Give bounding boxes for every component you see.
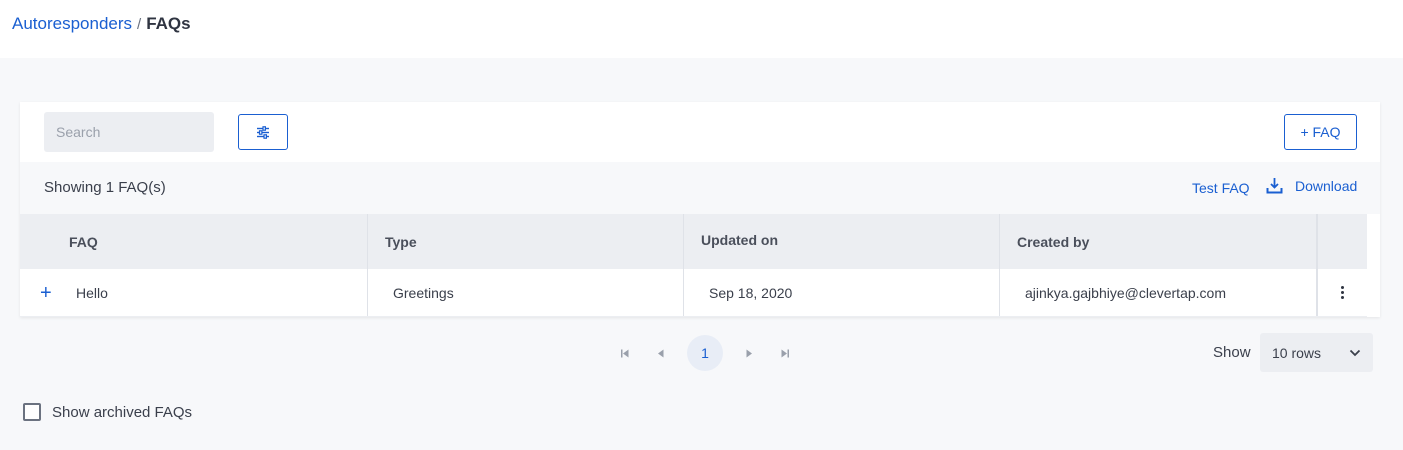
cell-type: Greetings xyxy=(368,269,684,316)
table-row[interactable]: + Hello Greetings Sep 18, 2020 ajinkya.g… xyxy=(20,269,1367,317)
pagination: 1 xyxy=(607,335,803,371)
add-faq-button[interactable]: + FAQ xyxy=(1284,114,1357,150)
show-archived-checkbox[interactable] xyxy=(23,403,41,421)
column-header-faq[interactable]: FAQ xyxy=(20,214,368,269)
test-faq-link[interactable]: Test FAQ xyxy=(1192,180,1250,196)
download-label: Download xyxy=(1295,177,1358,194)
top-bar: Autoresponders / FAQs xyxy=(0,0,1403,58)
results-count: Showing 1 FAQ(s) xyxy=(44,179,166,196)
cell-created-by: ajinkya.gajbhiye@clevertap.com xyxy=(1000,269,1317,316)
rows-per-page-label: Show xyxy=(1213,344,1251,361)
column-header-updated-on[interactable]: Updated on xyxy=(684,214,1000,269)
rows-per-page-value: 10 rows xyxy=(1272,344,1322,361)
more-options-icon[interactable] xyxy=(1333,281,1353,305)
rows-per-page-select[interactable]: 10 rows xyxy=(1260,333,1373,372)
search-input[interactable] xyxy=(44,112,214,152)
cell-faq: + Hello xyxy=(20,269,368,316)
summary-bar: Showing 1 FAQ(s) Test FAQ Download xyxy=(20,162,1380,214)
first-page-icon[interactable] xyxy=(607,335,643,371)
expand-plus-icon[interactable]: + xyxy=(40,283,56,303)
faq-table: FAQ Type Updated on Created by + Hello G… xyxy=(20,214,1367,317)
faq-name: Hello xyxy=(76,284,108,301)
table-header: FAQ Type Updated on Created by xyxy=(20,214,1367,269)
sliders-icon xyxy=(257,125,269,139)
chevron-down-icon xyxy=(1349,349,1361,356)
download-icon xyxy=(1266,178,1283,194)
page-title: FAQs xyxy=(146,14,191,33)
filter-button[interactable] xyxy=(238,114,288,150)
page-number-current[interactable]: 1 xyxy=(687,335,723,371)
previous-page-icon[interactable] xyxy=(643,335,679,371)
show-archived-label: Show archived FAQs xyxy=(52,403,193,421)
faq-card: + FAQ Showing 1 FAQ(s) Test FAQ Download… xyxy=(20,102,1380,317)
last-page-icon[interactable] xyxy=(767,335,803,371)
show-archived-toggle[interactable]: Show archived FAQs xyxy=(23,403,192,421)
next-page-icon[interactable] xyxy=(731,335,767,371)
column-header-type[interactable]: Type xyxy=(368,214,684,269)
cell-actions xyxy=(1317,269,1367,316)
column-header-actions xyxy=(1317,214,1367,269)
breadcrumb: Autoresponders / FAQs xyxy=(12,14,191,34)
cell-updated-on: Sep 18, 2020 xyxy=(684,269,1000,316)
breadcrumb-separator: / xyxy=(137,15,142,33)
download-button[interactable]: Download xyxy=(1266,177,1357,194)
breadcrumb-autoresponders-link[interactable]: Autoresponders xyxy=(12,14,132,34)
column-header-created-by[interactable]: Created by xyxy=(1000,214,1317,269)
